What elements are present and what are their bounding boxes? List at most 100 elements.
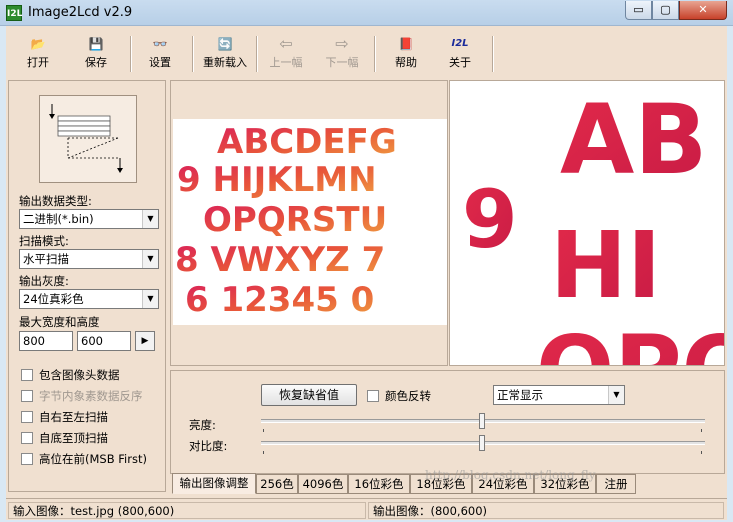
source-line-5: 6 12345 0 (185, 280, 374, 320)
checkbox-bottom-to-top[interactable]: 自底至顶扫描 (21, 430, 108, 446)
size-row: 800 600 ▶ (19, 331, 159, 351)
toolbar-separator (192, 36, 194, 72)
prev-image-button[interactable]: ⇦ 上一幅 (264, 32, 308, 74)
settings-glasses-icon: 👓 (152, 37, 168, 51)
slider-tick (263, 451, 264, 454)
restore-default-button[interactable]: 恢复缺省值 (261, 384, 357, 406)
open-folder-icon: 📂 (30, 37, 46, 51)
settings-button[interactable]: 👓 设置 (140, 32, 180, 74)
save-label: 保存 (85, 56, 107, 69)
source-alphabet-image: ABCDEFG 9 HIJKLMN OPQRSTU 8 VWXYZ 7 6 12… (175, 122, 397, 320)
scan-direction-icon (49, 104, 123, 173)
checkbox-include-header[interactable]: 包含图像头数据 (21, 367, 120, 383)
chevron-down-icon: ▼ (608, 386, 624, 404)
toolbar-separator (374, 36, 376, 72)
output-type-label: 输出数据类型: (19, 194, 92, 208)
gray-select[interactable]: 24位真彩色 ▼ (19, 289, 159, 309)
about-label: 关于 (449, 56, 471, 69)
checkbox-reverse-bytes[interactable]: 字节内象素数据反序 (21, 388, 143, 404)
max-width-input[interactable]: 800 (19, 331, 73, 351)
checkbox-box[interactable] (21, 453, 33, 465)
help-book-icon: 📕 (398, 37, 414, 51)
display-mode-value: 正常显示 (497, 388, 543, 402)
tab-256-color[interactable]: 256色 (256, 474, 298, 494)
next-image-button[interactable]: ⇨ 下一幅 (320, 32, 364, 74)
checkbox-box[interactable] (21, 369, 33, 381)
title-bar: I2L Image2Lcd v2.9 ▭ ▢ ✕ (0, 0, 733, 26)
help-button[interactable]: 📕 帮助 (386, 32, 426, 74)
scan-mode-label: 扫描模式: (19, 234, 69, 248)
source-line-4: 8 VWXYZ 7 (175, 240, 385, 280)
slider-tick (701, 429, 702, 432)
tab-4096-color[interactable]: 4096色 (298, 474, 348, 494)
chevron-down-icon: ▼ (142, 250, 158, 268)
reload-icon: 🔄 (217, 37, 233, 51)
contrast-label: 对比度: (189, 439, 228, 453)
brightness-label: 亮度: (189, 418, 216, 432)
checkbox-label: 高位在前(MSB First) (39, 452, 147, 466)
reload-label: 重新载入 (203, 56, 247, 69)
checkbox-msb-first[interactable]: 高位在前(MSB First) (21, 451, 147, 467)
toolbar-separator (130, 36, 132, 72)
slider-tick (701, 451, 702, 454)
status-output-image: 输出图像：(800,600) (368, 502, 724, 519)
brightness-slider[interactable] (261, 411, 705, 435)
next-image-label: 下一幅 (325, 56, 359, 69)
checkbox-box[interactable] (21, 411, 33, 423)
output-line-4: OPO (536, 316, 725, 366)
settings-panel: 输出数据类型: 二进制(*.bin) ▼ 扫描模式: 水平扫描 ▼ 输出灰度: … (8, 80, 166, 492)
output-line-2: 9 (462, 173, 518, 266)
chevron-down-icon: ▼ (142, 290, 158, 308)
open-label: 打开 (27, 56, 49, 69)
output-image-pane: AB 9 HI OPO (449, 80, 725, 366)
contrast-thumb[interactable] (479, 435, 485, 451)
minimize-button[interactable]: ▭ (625, 1, 652, 20)
output-line-1: AB (560, 84, 707, 196)
output-type-value: 二进制(*.bin) (23, 212, 94, 226)
source-line-1: ABCDEFG (217, 122, 397, 162)
source-line-3: OPQRSTU (203, 200, 387, 240)
output-line-3: HI (550, 212, 661, 319)
brightness-thumb[interactable] (479, 413, 485, 429)
checkbox-box[interactable] (367, 390, 379, 402)
max-size-label: 最大宽度和高度 (19, 315, 100, 329)
output-type-select[interactable]: 二进制(*.bin) ▼ (19, 209, 159, 229)
tab-16bit-color[interactable]: 16位彩色 (348, 474, 410, 494)
chevron-down-icon: ▼ (142, 210, 158, 228)
max-height-input[interactable]: 600 (77, 331, 131, 351)
checkbox-box[interactable] (21, 432, 33, 444)
reload-button[interactable]: 🔄 重新载入 (198, 32, 252, 74)
invert-label: 颜色反转 (385, 389, 431, 403)
checkbox-box[interactable] (21, 390, 33, 402)
maximize-button[interactable]: ▢ (652, 1, 679, 20)
slider-tick (263, 429, 264, 432)
source-image-pane: ABCDEFG 9 HIJKLMN OPQRSTU 8 VWXYZ 7 6 12… (170, 80, 448, 366)
apply-size-button[interactable]: ▶ (135, 331, 155, 351)
gray-label: 输出灰度: (19, 274, 69, 288)
tab-image-adjust[interactable]: 输出图像调整 (172, 473, 256, 494)
open-button[interactable]: 📂 打开 (18, 32, 58, 74)
checkbox-label: 自底至顶扫描 (39, 431, 108, 445)
next-image-icon: ⇨ (335, 34, 349, 53)
contrast-slider[interactable] (261, 433, 705, 457)
save-button[interactable]: 💾 保存 (76, 32, 116, 74)
display-mode-select[interactable]: 正常显示 ▼ (493, 385, 625, 405)
help-label: 帮助 (395, 56, 417, 69)
prev-image-label: 上一幅 (269, 56, 303, 69)
source-line-2: 9 HIJKLMN (177, 160, 377, 200)
source-image: ABCDEFG 9 HIJKLMN OPQRSTU 8 VWXYZ 7 6 12… (173, 119, 447, 325)
scan-mode-select[interactable]: 水平扫描 ▼ (19, 249, 159, 269)
close-button[interactable]: ✕ (679, 1, 727, 20)
watermark-text: http://blog.csdn.net/long_fly (425, 468, 596, 482)
prev-image-icon: ⇦ (279, 34, 293, 53)
window-title: Image2Lcd v2.9 (28, 5, 133, 20)
save-disk-icon: 💾 (88, 37, 104, 51)
about-button[interactable]: I2L 关于 (440, 32, 480, 74)
checkbox-label: 自右至左扫描 (39, 410, 108, 424)
app-icon: I2L (6, 5, 22, 21)
checkbox-right-to-left[interactable]: 自右至左扫描 (21, 409, 108, 425)
checkbox-label: 字节内象素数据反序 (39, 389, 143, 403)
tab-register[interactable]: 注册 (596, 474, 636, 494)
output-alphabet-image: AB 9 HI OPO (462, 84, 725, 366)
invert-colors-checkbox[interactable]: 颜色反转 (367, 388, 431, 404)
